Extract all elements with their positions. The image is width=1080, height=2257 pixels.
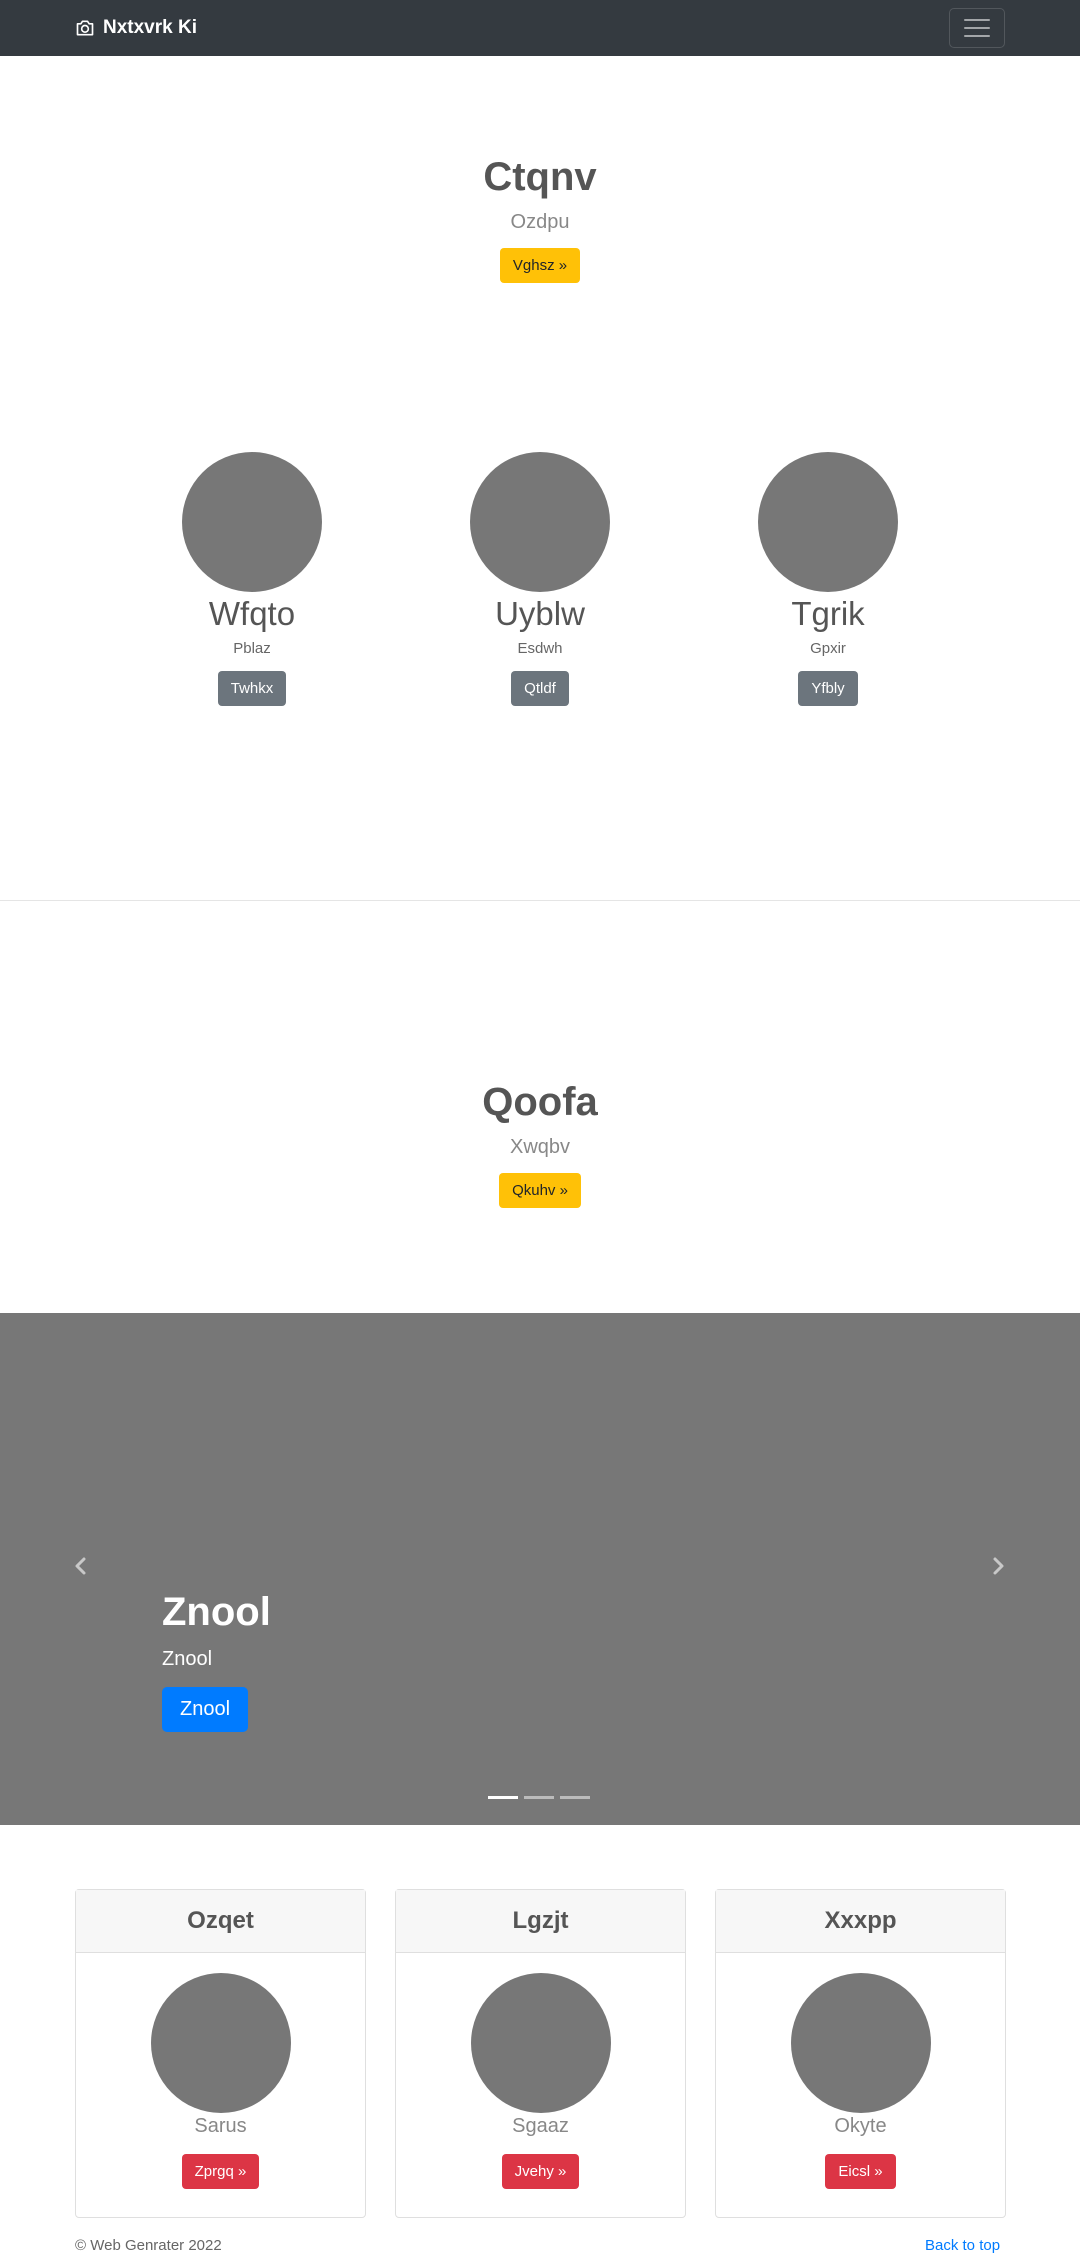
feature-column: Uyblw Esdwh Qtldf	[395, 452, 685, 706]
card-button[interactable]: Zprgq »	[181, 2154, 260, 2189]
card-text: Sgaaz	[512, 2115, 569, 2137]
feature-title: Tgrik	[791, 595, 865, 632]
card-body: Sarus Zprgq »	[76, 1953, 365, 2189]
carousel-indicator[interactable]	[560, 1796, 590, 1799]
card-body: Okyte Eicsl »	[716, 1953, 1005, 2189]
feature-text: Esdwh	[517, 639, 563, 657]
feature-column: Tgrik Gpxir Yfbly	[683, 452, 973, 706]
card-text: Sarus	[194, 2115, 247, 2137]
card-text: Okyte	[834, 2115, 887, 2137]
placeholder-image	[150, 1973, 291, 2113]
carousel-indicator[interactable]	[488, 1796, 518, 1799]
back-to-top-link[interactable]: Back to top	[925, 2237, 1000, 2254]
carousel-indicators	[488, 1796, 590, 1799]
hero-title: Ctqnv	[483, 155, 597, 199]
carousel-text: Znool	[162, 1648, 213, 1670]
hero-title: Qoofa	[482, 1080, 598, 1124]
section-divider	[0, 900, 1080, 901]
carousel-caption: Znool Znool Znool	[162, 1588, 271, 1732]
hero-button[interactable]: Vghsz »	[499, 248, 581, 283]
feature-title: Uyblw	[495, 595, 585, 632]
card-header: Xxxpp	[716, 1890, 1005, 1953]
feature-title: Wfqto	[208, 595, 296, 632]
card: Xxxpp Okyte Eicsl »	[715, 1889, 1006, 2218]
hero-subtitle: Xwqbv	[509, 1136, 571, 1158]
navbar-toggler-button[interactable]	[949, 8, 1005, 48]
carousel-button[interactable]: Znool	[162, 1687, 249, 1732]
hero-subtitle: Ozdpu	[510, 211, 570, 233]
hamburger-icon	[964, 19, 990, 21]
carousel-title: Znool	[162, 1590, 271, 1634]
card-header: Ozqet	[76, 1890, 365, 1953]
card: Ozqet Sarus Zprgq »	[75, 1889, 366, 2218]
feature-button[interactable]: Twhkx	[217, 670, 287, 706]
chevron-right-icon[interactable]	[986, 1554, 1010, 1578]
brand-text: Nxtxvrk Ki	[103, 17, 197, 38]
card-body: Sgaaz Jvehy »	[396, 1953, 685, 2189]
brand-link[interactable]: Nxtxvrk Ki	[75, 14, 197, 42]
footer-copyright: © Web Genrater 2022	[75, 2237, 222, 2254]
feature-text: Pblaz	[233, 639, 271, 657]
hero-section-2: Qoofa Xwqbv Qkuhv »	[0, 1078, 1080, 1208]
card: Lgzjt Sgaaz Jvehy »	[395, 1889, 686, 2218]
feature-text: Gpxir	[810, 639, 846, 657]
card-button[interactable]: Eicsl »	[825, 2154, 896, 2189]
placeholder-image	[758, 452, 898, 592]
placeholder-image	[470, 452, 610, 592]
placeholder-image	[182, 452, 322, 592]
placeholder-image	[470, 1973, 611, 2113]
carousel-indicator[interactable]	[524, 1796, 554, 1799]
carousel: Znool Znool Znool	[0, 1313, 1080, 1825]
chevron-left-icon[interactable]	[69, 1554, 93, 1578]
card-button[interactable]: Jvehy »	[501, 2154, 580, 2189]
card-header: Lgzjt	[396, 1890, 685, 1953]
navbar: Nxtxvrk Ki	[0, 0, 1080, 56]
hero-button[interactable]: Qkuhv »	[499, 1173, 581, 1208]
camera-icon	[76, 20, 94, 36]
feature-column: Wfqto Pblaz Twhkx	[107, 452, 397, 706]
hero-section-1: Ctqnv Ozdpu Vghsz »	[0, 153, 1080, 283]
feature-button[interactable]: Qtldf	[511, 670, 569, 706]
placeholder-image	[790, 1973, 931, 2113]
feature-button[interactable]: Yfbly	[798, 670, 858, 706]
